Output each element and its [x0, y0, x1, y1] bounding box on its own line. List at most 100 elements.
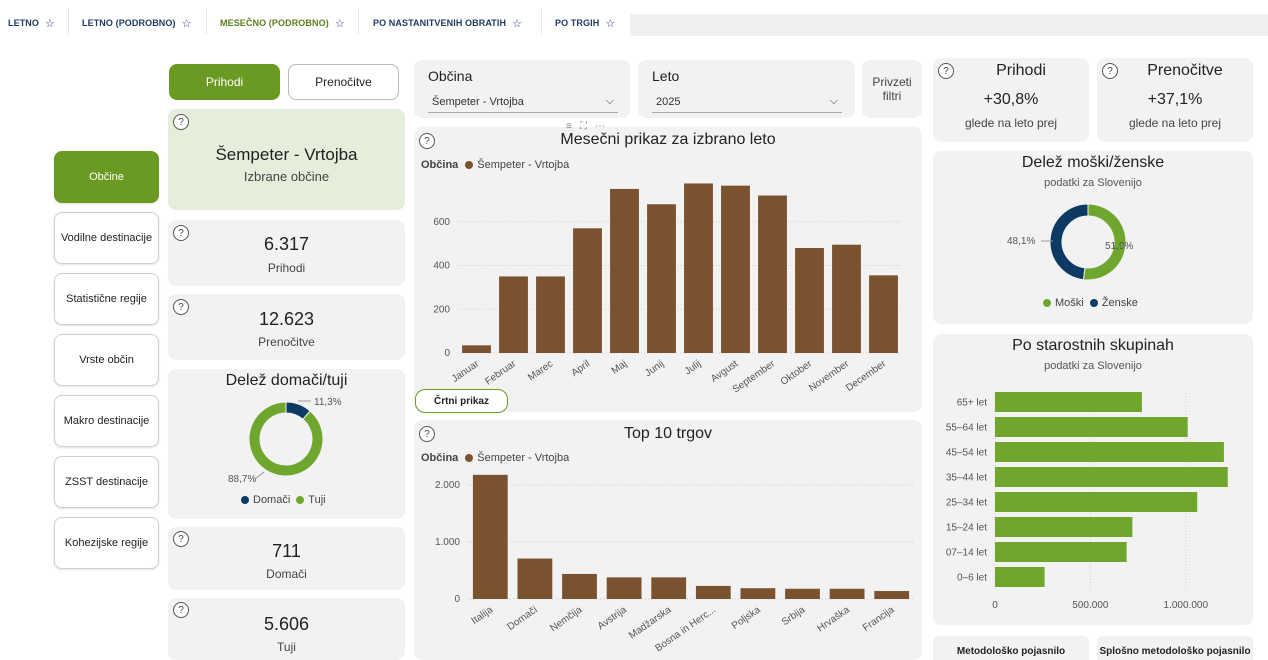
- y-tick-label: 0–6 let: [957, 573, 987, 584]
- general-methodology-button[interactable]: Splošno metodološko pojasnilo: [1097, 636, 1253, 660]
- kpi-domaci-card: ? 711 Domači: [168, 527, 405, 590]
- yoy-prenocitve-value: +37,1%: [1147, 91, 1203, 108]
- donut-legend: Domači Tuji: [241, 494, 326, 506]
- x-tick-label: 0: [992, 600, 998, 611]
- bar: [647, 204, 676, 353]
- bar: [651, 577, 687, 599]
- x-tick-label: Marec: [526, 358, 555, 383]
- y-tick-label: 55–64 let: [946, 423, 987, 434]
- obcina-dropdown[interactable]: Šempeter - Vrtojba ⌵: [428, 91, 618, 113]
- y-tick-label: 65+ let: [957, 398, 988, 409]
- x-tick-label: Avstrija: [596, 604, 629, 632]
- help-icon[interactable]: ?: [173, 114, 189, 130]
- x-tick-label: Februar: [483, 358, 519, 387]
- report-tabs: LETNO ☆ LETNO (PODROBNO) ☆ MESEČNO (PODROB…: [0, 0, 1268, 38]
- help-icon[interactable]: ?: [1102, 63, 1118, 79]
- gender-card: Delež moški/ženske podatki za Slovenijo …: [933, 151, 1253, 324]
- x-tick-label: Junij: [643, 358, 666, 379]
- dashboard: LETNO ☆ LETNO (PODROBNO) ☆ MESEČNO (PODROB…: [0, 0, 1268, 660]
- bar: [499, 276, 528, 353]
- bar: [517, 558, 553, 599]
- x-tick-label: Hrvaška: [815, 604, 852, 634]
- kpi-prenocitve-card: ? 12.623 Prenočitve: [168, 294, 405, 360]
- kpi-prenocitve-label: Prenočitve: [258, 335, 315, 349]
- age-groups-card: Po starostnih skupinah podatki za Sloven…: [933, 334, 1253, 625]
- donut-legend: Moški Ženske: [1043, 297, 1138, 309]
- nav-statisticne-regije[interactable]: Statistične regije: [54, 273, 159, 325]
- bar: [995, 567, 1045, 587]
- yoy-prenocitve-title: Prenočitve: [1147, 62, 1223, 79]
- x-tick-label: Poljska: [730, 604, 763, 632]
- chevron-down-icon: ⌵: [605, 95, 614, 107]
- bar: [995, 492, 1198, 512]
- y-tick-label: 0: [454, 594, 460, 605]
- bar: [573, 228, 602, 353]
- nav-vrste-obcin[interactable]: Vrste občin: [54, 334, 159, 386]
- bar: [606, 577, 642, 599]
- star-icon[interactable]: ☆: [512, 17, 522, 30]
- bar: [995, 442, 1224, 462]
- tab-mesecno-podrobno[interactable]: MESEČNO (PODROBNO) ☆: [220, 12, 345, 34]
- x-tick-label: December: [844, 358, 889, 394]
- toggle-prihodi[interactable]: Prihodi: [169, 64, 280, 100]
- x-tick-label: Avgust: [709, 358, 740, 385]
- y-tick-label: 25–34 let: [946, 498, 987, 509]
- bar: [462, 345, 491, 353]
- selected-caption: Izbrane občine: [243, 169, 330, 184]
- help-icon[interactable]: ?: [938, 63, 954, 79]
- monthly-bar-chart: 0 200 400 600 Januar Februar Marec April Maj Juni…: [433, 183, 902, 396]
- kpi-domaci-value: 711: [272, 541, 301, 561]
- slicer-title: Občina: [428, 68, 473, 84]
- x-tick-label: 1.000.000: [1164, 600, 1209, 611]
- line-view-button[interactable]: Črtni prikaz: [415, 389, 508, 413]
- domestic-foreign-card: Delež domači/tuji 11,3% 88,7% Domači Tuj…: [168, 369, 405, 519]
- bar: [995, 467, 1228, 487]
- bar: [869, 275, 898, 353]
- nav-makro-destinacije[interactable]: Makro destinacije: [54, 395, 159, 447]
- x-tick-label: Januar: [450, 358, 482, 385]
- bar: [740, 588, 776, 599]
- x-tick-label: September: [731, 358, 778, 395]
- y-tick-label: 2.000: [435, 480, 460, 491]
- kpi-prenocitve-value: 12.623: [258, 309, 315, 329]
- age-bar-chart: 0 500.000 1.000.000 65+ let 55–64 let 45–54 l…: [946, 390, 1228, 611]
- x-tick-label: Domači: [506, 604, 540, 632]
- x-tick-label: November: [807, 358, 852, 394]
- kpi-prihodi-card: ? 6.317 Prihodi: [168, 220, 405, 286]
- tab-po-trgih[interactable]: PO TRGIH ☆: [555, 12, 615, 34]
- methodology-button[interactable]: Metodološko pojasnilo: [933, 636, 1089, 660]
- donut-slice-zenske: [1049, 203, 1089, 281]
- kpi-tuji-card: ? 5.606 Tuji: [168, 598, 405, 660]
- x-tick-label: April: [570, 358, 593, 378]
- leto-dropdown[interactable]: 2025 ⌵: [652, 91, 842, 113]
- y-tick-label: 0: [444, 348, 450, 359]
- bar: [995, 417, 1188, 437]
- nav-zsst-destinacije[interactable]: ZSST destinacije: [54, 456, 159, 508]
- bar: [995, 392, 1142, 412]
- donut-label-zenske: 48,1%: [1007, 236, 1035, 247]
- nav-kohezijske-regije[interactable]: Kohezijske regije: [54, 517, 159, 569]
- bar: [758, 195, 787, 353]
- tab-po-nastanitvenih-obratih[interactable]: PO NASTANITVENIH OBRATIH ☆: [373, 12, 522, 34]
- x-tick-label: Francija: [861, 604, 897, 634]
- kpi-tuji-value: 5.606: [263, 614, 310, 634]
- reset-filters-button[interactable]: Privzeti filtri: [862, 60, 922, 118]
- donut-label-tuji: 88,7%: [228, 474, 256, 485]
- yoy-prihodi-value: +30,8%: [983, 91, 1039, 108]
- tab-letno[interactable]: LETNO ☆: [8, 12, 55, 34]
- selected-municipality-card: ? Šempeter - Vrtojba Izbrane občine: [168, 109, 405, 210]
- star-icon[interactable]: ☆: [45, 17, 55, 30]
- star-icon[interactable]: ☆: [335, 17, 345, 30]
- toggle-prenocitve[interactable]: Prenočitve: [288, 64, 399, 100]
- bar: [684, 183, 713, 353]
- yoy-prenocitve-sub: glede na leto prej: [1128, 116, 1222, 130]
- nav-vodilne-destinacije[interactable]: Vodilne destinacije: [54, 212, 159, 264]
- tab-letno-podrobno[interactable]: LETNO (PODROBNO) ☆: [82, 12, 192, 34]
- star-icon[interactable]: ☆: [605, 17, 615, 30]
- x-tick-label: Nemčija: [548, 604, 584, 634]
- x-tick-label: 500.000: [1072, 600, 1109, 611]
- nav-obcine[interactable]: Občine: [54, 151, 159, 203]
- slicer-title: Leto: [652, 68, 680, 84]
- donut-label-domaci: 11,3%: [314, 397, 342, 408]
- star-icon[interactable]: ☆: [182, 17, 192, 30]
